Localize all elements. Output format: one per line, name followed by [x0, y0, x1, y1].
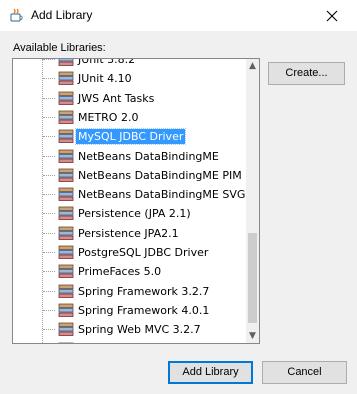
- library-label: Persistence JPA2.1: [78, 226, 179, 240]
- tree-branch-line: [43, 213, 55, 215]
- library-label: MySQL JDBC Driver: [74, 128, 187, 146]
- library-list-item[interactable]: MySQL JDBC Driver: [13, 127, 246, 146]
- title-bar[interactable]: Add Library: [0, 0, 357, 31]
- library-list-item[interactable]: NetBeans DataBindingME: [13, 147, 246, 166]
- create-button[interactable]: Create...: [268, 62, 345, 85]
- close-icon[interactable]: [322, 6, 342, 26]
- library-icon: [58, 226, 74, 241]
- library-label: NetBeans DataBindingME SVG: [78, 188, 246, 202]
- library-list-box[interactable]: JUnit 3.8.2 JUnit 4.10 JWS Ant Tasks METRO …: [12, 58, 260, 344]
- add-library-dialog: Add Library Available Libraries: JUnit 3…: [0, 0, 357, 394]
- library-label: Spring Framework 4.0.1: [78, 303, 210, 317]
- tree-branch-line: [43, 97, 55, 99]
- library-list-item[interactable]: PrimeFaces 5.0: [13, 262, 246, 281]
- tree-branch-line: [43, 136, 55, 138]
- add-library-button[interactable]: Add Library: [168, 361, 253, 384]
- library-icon: [58, 59, 74, 67]
- library-list-item[interactable]: JUnit 3.8.2: [13, 59, 246, 69]
- library-label: PostgreSQL JDBC Driver: [78, 246, 209, 259]
- library-list-item[interactable]: PostgreSQL JDBC Driver: [13, 243, 246, 262]
- tree-branch-line: [43, 232, 55, 234]
- tree-branch-line: [43, 116, 55, 118]
- library-label: PrimeFaces 5.0: [78, 265, 162, 279]
- library-label: METRO 2.0: [78, 110, 139, 124]
- library-list-item[interactable]: Spring Web MVC 4.0.1: [13, 340, 246, 344]
- library-icon: [58, 322, 74, 337]
- library-icon: [58, 71, 74, 86]
- tree-branch-line: [43, 174, 55, 176]
- library-label: NetBeans DataBindingME: [78, 149, 219, 163]
- library-list-item[interactable]: NetBeans DataBindingME PIM: [13, 166, 246, 185]
- java-cup-icon: [10, 8, 23, 22]
- library-icon: [58, 303, 74, 318]
- tree-branch-line: [43, 290, 55, 292]
- library-list[interactable]: JUnit 3.8.2 JUnit 4.10 JWS Ant Tasks METRO …: [13, 59, 246, 343]
- vertical-scrollbar[interactable]: ▲ ▼: [246, 59, 259, 343]
- library-list-item[interactable]: Spring Web MVC 3.2.7: [13, 320, 246, 339]
- library-label: JUnit 3.8.2: [78, 59, 136, 66]
- available-libraries-label: Available Libraries:: [13, 42, 106, 54]
- tree-branch-line: [43, 78, 55, 80]
- library-list-item[interactable]: Persistence (JPA 2.1): [13, 204, 246, 223]
- library-list-item[interactable]: METRO 2.0: [13, 108, 246, 127]
- library-icon: [58, 264, 74, 279]
- library-icon: [58, 187, 74, 202]
- cancel-button[interactable]: Cancel: [262, 361, 347, 384]
- scrollbar-thumb[interactable]: [248, 233, 257, 323]
- library-label: Spring Web MVC 3.2.7: [78, 323, 201, 337]
- library-icon: [58, 110, 74, 125]
- tree-branch-line: [43, 271, 55, 273]
- library-label: JUnit 4.10: [78, 72, 132, 86]
- window-title: Add Library: [31, 8, 93, 22]
- library-label: JWS Ant Tasks: [78, 91, 155, 105]
- tree-branch-line: [43, 309, 55, 311]
- library-label: NetBeans DataBindingME PIM: [78, 168, 242, 182]
- library-icon: [58, 129, 74, 144]
- library-label: Persistence (JPA 2.1): [78, 207, 191, 221]
- library-list-item[interactable]: NetBeans DataBindingME SVG: [13, 185, 246, 204]
- library-list-item[interactable]: Spring Framework 3.2.7: [13, 282, 246, 301]
- scroll-up-arrow-icon[interactable]: ▲: [246, 59, 259, 73]
- library-icon: [58, 245, 74, 260]
- library-icon: [58, 206, 74, 221]
- library-label: Spring Framework 3.2.7: [78, 284, 210, 298]
- library-list-item[interactable]: Spring Framework 4.0.1: [13, 301, 246, 320]
- tree-branch-line: [43, 194, 55, 196]
- library-label: Spring Web MVC 4.0.1: [76, 342, 203, 344]
- library-list-item[interactable]: JWS Ant Tasks: [13, 89, 246, 108]
- library-icon: [58, 149, 74, 164]
- tree-branch-line: [43, 59, 55, 60]
- tree-branch-line: [43, 252, 55, 253]
- tree-branch-line: [43, 155, 55, 157]
- library-icon: [58, 284, 74, 299]
- library-list-item[interactable]: JUnit 4.10: [13, 69, 246, 88]
- tree-branch-line: [43, 329, 55, 331]
- library-icon: [58, 168, 74, 183]
- library-list-item[interactable]: Persistence JPA2.1: [13, 224, 246, 243]
- scroll-down-arrow-icon[interactable]: ▼: [246, 329, 259, 343]
- library-icon: [58, 91, 74, 106]
- library-icon: [58, 342, 74, 343]
